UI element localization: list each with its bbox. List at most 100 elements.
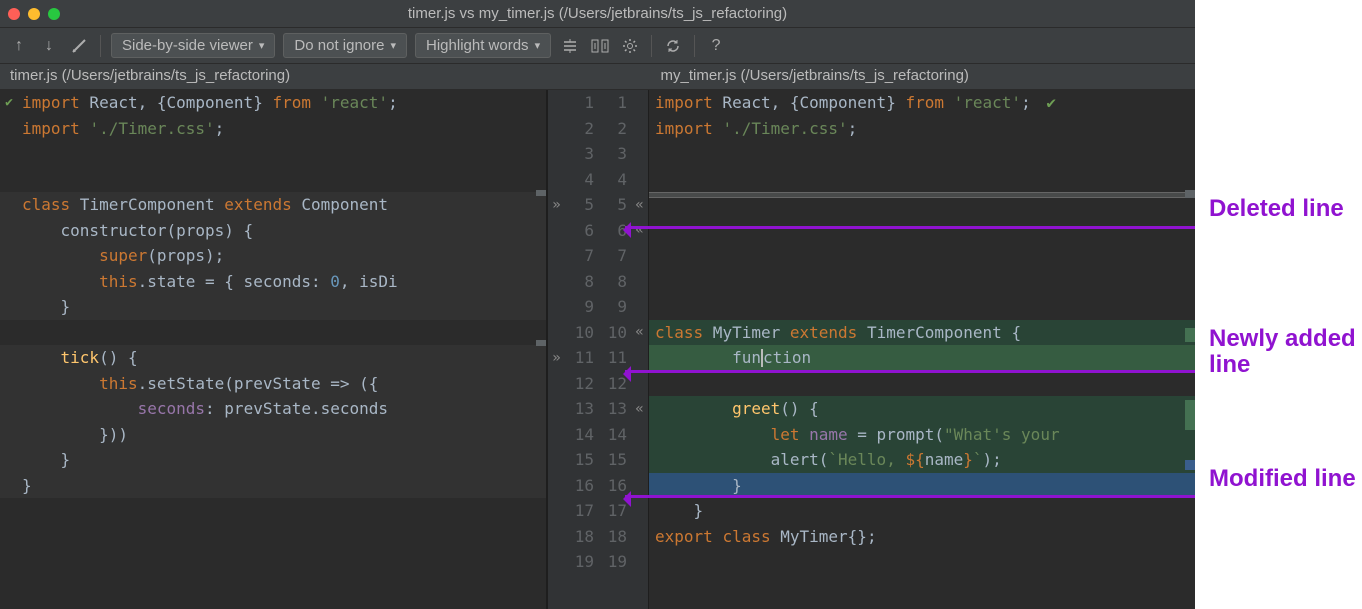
view-mode-dropdown[interactable]: Side-by-side viewer <box>111 33 275 58</box>
right-line-number: 2 <box>598 119 631 138</box>
apply-right-chevron-icon[interactable]: » <box>548 350 565 366</box>
left-line-number: 2 <box>565 119 598 138</box>
gutter-row: 33 <box>548 141 648 167</box>
code-line: function <box>649 345 1195 371</box>
code-line: } <box>0 473 546 499</box>
right-line-number: 4 <box>598 170 631 189</box>
code-line: import React, {Component} from 'react'; … <box>649 90 1195 116</box>
left-line-number: 6 <box>565 221 598 240</box>
annotation-arrow <box>625 495 1195 498</box>
left-line-number: 11 <box>565 348 598 367</box>
code-line <box>0 320 546 346</box>
prev-diff-icon[interactable]: ↑ <box>8 35 30 57</box>
refresh-icon[interactable] <box>662 35 684 57</box>
sync-scroll-icon[interactable] <box>589 35 611 57</box>
apply-left-chevron-icon[interactable]: « <box>631 401 648 417</box>
code-line: class TimerComponent extends Component <box>0 192 546 218</box>
annotations-panel: Deleted line Newly added line Modified l… <box>1195 0 1362 609</box>
gutter-row: »1111 <box>548 345 648 371</box>
right-line-number: 19 <box>598 552 631 571</box>
code-line <box>649 243 1195 269</box>
code-line: constructor(props) { <box>0 218 546 244</box>
left-line-number: 15 <box>565 450 598 469</box>
ignore-mode-dropdown[interactable]: Do not ignore <box>283 33 407 58</box>
right-line-number: 11 <box>598 348 631 367</box>
file-titles-row: timer.js (/Users/jetbrains/ts_js_refacto… <box>0 64 1195 90</box>
edit-icon[interactable] <box>68 35 90 57</box>
left-file-title: timer.js (/Users/jetbrains/ts_js_refacto… <box>0 64 545 89</box>
right-line-number: 7 <box>598 246 631 265</box>
left-line-number: 1 <box>565 93 598 112</box>
code-line <box>649 371 1195 397</box>
left-line-number: 10 <box>565 323 598 342</box>
apply-left-chevron-icon[interactable]: « <box>631 197 648 213</box>
right-line-number: 5 <box>598 195 631 214</box>
gutter-row: 88 <box>548 269 648 295</box>
window-titlebar: timer.js vs my_timer.js (/Users/jetbrain… <box>0 0 1195 28</box>
gutter-row: 66« <box>548 218 648 244</box>
apply-left-chevron-icon[interactable]: « <box>631 324 648 340</box>
apply-right-chevron-icon[interactable]: » <box>548 197 565 213</box>
left-line-number: 4 <box>565 170 598 189</box>
window-title: timer.js vs my_timer.js (/Users/jetbrain… <box>0 5 1195 22</box>
code-line <box>649 198 1195 218</box>
left-line-number: 3 <box>565 144 598 163</box>
code-line <box>649 218 1195 244</box>
right-line-number: 15 <box>598 450 631 469</box>
gear-icon[interactable] <box>619 35 641 57</box>
code-line: export class MyTimer{}; <box>649 524 1195 550</box>
toolbar-separator <box>651 35 652 57</box>
right-marker-strip[interactable] <box>1185 90 1195 609</box>
left-line-number: 12 <box>565 374 598 393</box>
code-line: } <box>0 447 546 473</box>
diff-viewer-window: timer.js vs my_timer.js (/Users/jetbrain… <box>0 0 1195 609</box>
annotation-arrow <box>625 370 1195 373</box>
gutter-row: 1515 <box>548 447 648 473</box>
gutter-row: 1010« <box>548 320 648 346</box>
right-line-number: 8 <box>598 272 631 291</box>
right-file-title: my_timer.js (/Users/jetbrains/ts_js_refa… <box>545 64 1196 89</box>
next-diff-icon[interactable]: ↓ <box>38 35 60 57</box>
code-line: this.setState(prevState => ({ <box>0 371 546 397</box>
check-icon: ✔ <box>2 90 16 115</box>
right-line-number: 3 <box>598 144 631 163</box>
code-line: super(props); <box>0 243 546 269</box>
code-line: alert(`Hello, ${name}`); <box>649 447 1195 473</box>
code-line <box>649 141 1195 167</box>
left-line-number: 5 <box>565 195 598 214</box>
toolbar-separator <box>694 35 695 57</box>
code-line: } <box>0 294 546 320</box>
right-pane[interactable]: import React, {Component} from 'react'; … <box>649 90 1195 609</box>
code-line: import './Timer.css'; <box>649 116 1195 142</box>
collapse-unchanged-icon[interactable] <box>559 35 581 57</box>
right-line-number: 13 <box>598 399 631 418</box>
left-line-number: 8 <box>565 272 598 291</box>
left-marker-strip[interactable] <box>536 90 546 609</box>
code-line: } <box>649 498 1195 524</box>
apply-left-chevron-icon[interactable]: « <box>631 222 648 238</box>
right-line-number: 10 <box>598 323 631 342</box>
code-line <box>0 141 546 167</box>
gutter-row: 11 <box>548 90 648 116</box>
annotation-label-deleted: Deleted line <box>1209 196 1359 222</box>
code-line <box>649 167 1195 193</box>
left-line-number: 9 <box>565 297 598 316</box>
right-line-number: 14 <box>598 425 631 444</box>
left-line-number: 16 <box>565 476 598 495</box>
code-line: seconds: prevState.seconds <box>0 396 546 422</box>
annotation-label-added: Newly added line <box>1209 326 1359 379</box>
help-icon[interactable]: ? <box>705 35 727 57</box>
gutter-row: 44 <box>548 167 648 193</box>
diff-toolbar: ↑ ↓ Side-by-side viewer Do not ignore Hi… <box>0 28 1195 64</box>
gutter-row: 22 <box>548 116 648 142</box>
left-pane[interactable]: ✔ import React, {Component} from 'react'… <box>0 90 547 609</box>
left-line-number: 19 <box>565 552 598 571</box>
code-line <box>649 269 1195 295</box>
code-line <box>649 294 1195 320</box>
code-line: greet() { <box>649 396 1195 422</box>
left-line-number: 7 <box>565 246 598 265</box>
gutter-row: 77 <box>548 243 648 269</box>
code-line <box>0 167 546 193</box>
code-line <box>649 549 1195 575</box>
highlight-mode-dropdown[interactable]: Highlight words <box>415 33 551 58</box>
